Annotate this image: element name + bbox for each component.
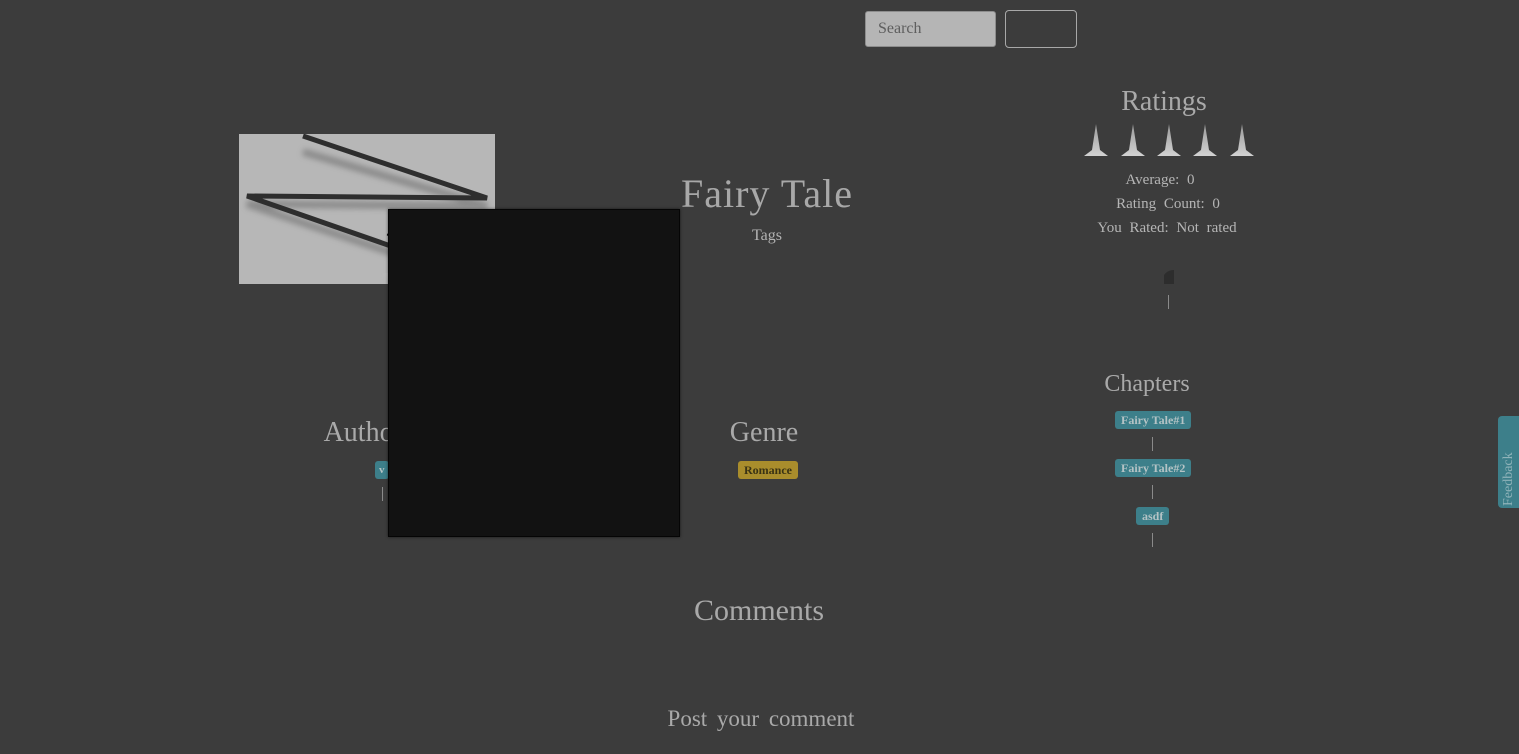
rating-count: Rating Count: 0 [1090,196,1246,213]
feedback-label: Feedback [1501,452,1516,506]
star-1-icon[interactable] [1084,124,1108,156]
rating-stars[interactable] [1080,124,1260,158]
search-button[interactable] [1005,10,1077,48]
post-comment-heading: Post your comment [667,706,855,731]
ratings-heading: Ratings [1121,86,1207,117]
comments-heading: Comments [693,594,824,627]
genre-heading: Genre [729,417,799,448]
average-rating: Average: 0 [1090,172,1230,189]
author-badge[interactable]: v [375,461,389,479]
chapters-heading: Chapters [1104,371,1190,397]
tags-label: Tags [752,227,782,244]
star-3-icon[interactable] [1157,124,1181,156]
ratings-divider [1168,295,1169,309]
genre-badge[interactable]: Romance [738,461,798,479]
chapter-divider [1152,485,1153,499]
chapter-link[interactable]: asdf [1136,507,1170,525]
search-input[interactable] [865,11,996,47]
rating-count-label: Rating Count: [1116,196,1205,212]
average-label: Average: [1125,172,1180,188]
overlay-panel [388,209,680,537]
chapter-link[interactable]: Fairy Tale#1 [1115,411,1192,429]
feedback-tab[interactable]: Feedback [1498,416,1519,508]
chapter-divider [1152,437,1153,451]
you-rated: You Rated: Not rated [1082,220,1252,237]
author-divider [382,487,383,501]
star-4-icon[interactable] [1193,124,1217,156]
star-2-icon[interactable] [1121,124,1145,156]
flag-icon[interactable] [1162,269,1176,285]
average-value: 0 [1187,172,1195,188]
rating-count-value: 0 [1212,196,1220,212]
star-5-icon[interactable] [1230,124,1254,156]
you-rated-label: You Rated: [1097,220,1169,236]
chapter-divider [1152,533,1153,547]
you-rated-value: Not rated [1176,220,1237,236]
chapter-link[interactable]: Fairy Tale#2 [1115,459,1192,477]
